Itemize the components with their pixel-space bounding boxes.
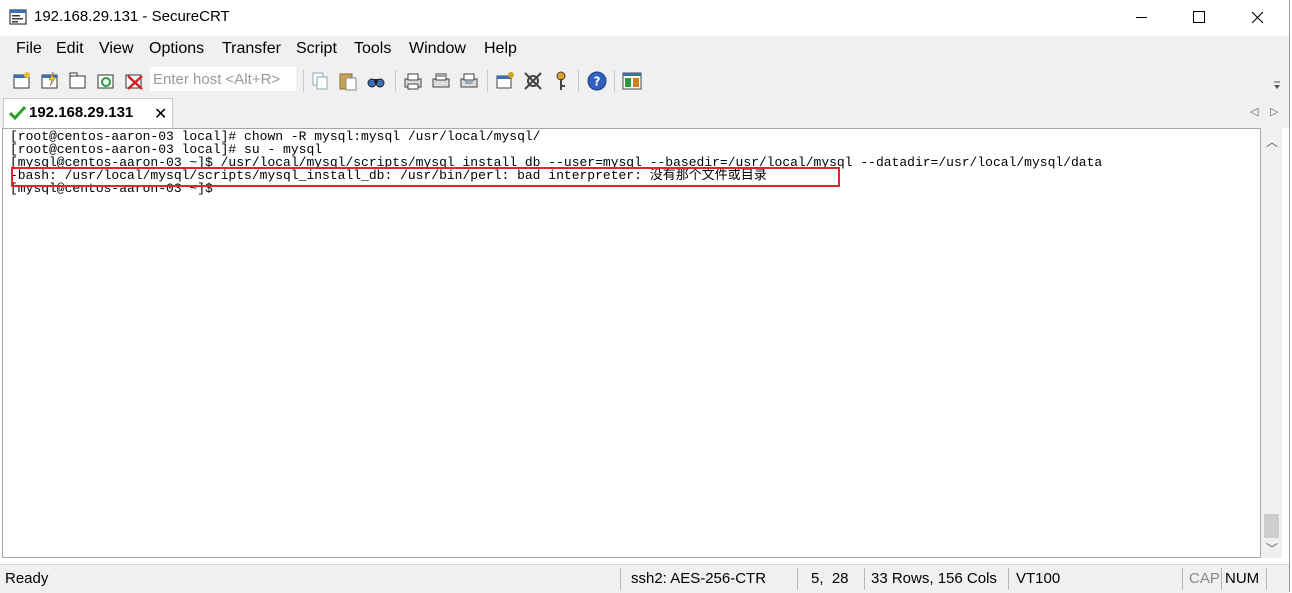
toolbar-separator [395,70,396,92]
menu-view[interactable]: View [99,40,133,58]
status-caps-lock: CAP [1189,570,1220,587]
close-icon [1251,11,1264,24]
menu-edit[interactable]: Edit [56,40,84,58]
title-bar[interactable]: 192.168.29.131 - SecureCRT [0,0,1289,35]
print-setup-icon[interactable] [430,70,452,92]
global-options-icon[interactable] [522,70,544,92]
toolbar: ? [0,64,1289,98]
connect-icon[interactable] [11,70,33,92]
menu-script[interactable]: Script [296,40,337,58]
tab-scroll-left-icon[interactable]: ◁ [1250,105,1258,118]
copy-icon[interactable] [309,70,331,92]
reconnect-icon[interactable] [95,70,117,92]
check-icon [9,105,26,121]
sftp-icon[interactable] [621,70,643,92]
find-icon[interactable] [365,70,387,92]
keymap-editor-icon[interactable] [550,70,572,92]
paste-icon[interactable] [337,70,359,92]
menu-options[interactable]: Options [149,40,204,58]
svg-text:?: ? [594,75,601,89]
status-separator [620,568,621,590]
securecrt-window: 192.168.29.131 - SecureCRT File Edit Vie… [0,0,1290,593]
securecrt-icon [9,9,27,25]
disconnect-icon[interactable] [123,70,145,92]
status-cursor-position: 5, 28 [811,570,849,587]
print-icon[interactable] [402,70,424,92]
status-terminal-size: 33 Rows, 156 Cols [871,570,997,587]
status-separator [864,568,865,590]
vertical-scrollbar[interactable]: ︿ ﹀ [1261,128,1282,558]
toolbar-overflow-icon[interactable] [1272,72,1282,92]
status-protocol: ssh2: AES-256-CTR [631,570,767,587]
status-num-lock: NUM [1225,570,1260,587]
maximize-button[interactable] [1170,0,1228,35]
scroll-up-icon[interactable]: ︿ [1266,133,1278,150]
minimize-icon [1136,17,1147,18]
session-tab[interactable]: 192.168.29.131 ✕ [3,98,173,128]
help-icon[interactable]: ? [586,70,608,92]
quick-connect-icon[interactable] [39,70,61,92]
print-selection-icon[interactable] [458,70,480,92]
minimize-button[interactable] [1112,0,1170,35]
status-separator [1182,568,1183,590]
session-options-icon[interactable] [494,70,516,92]
status-separator [1266,568,1267,590]
session-tab-bar: 192.168.29.131 ✕ ◁ ▷ [0,97,1289,128]
close-tab-icon[interactable]: ✕ [154,104,167,124]
status-state: Ready [5,570,49,587]
menu-tools[interactable]: Tools [354,40,391,58]
connect-in-tab-icon[interactable] [67,70,89,92]
terminal-output[interactable]: [root@centos-aaron-03 local]# chown -R m… [2,128,1261,558]
scroll-down-icon[interactable]: ﹀ [1266,540,1278,557]
status-separator [1221,568,1222,590]
toolbar-separator [487,70,488,92]
maximize-icon [1193,11,1205,23]
menu-file[interactable]: File [16,40,42,58]
status-emulation: VT100 [1016,570,1061,587]
toolbar-separator [303,70,304,92]
session-tab-label: 192.168.29.131 [29,104,134,121]
menu-bar: File Edit View Options Transfer Script T… [0,36,1289,64]
status-separator [1008,568,1009,590]
status-bar: Ready ssh2: AES-256-CTR 5, 28 33 Rows, 1… [0,564,1289,593]
error-highlight-box [11,167,840,187]
window-title: 192.168.29.131 - SecureCRT [34,8,230,25]
toolbar-separator [614,70,615,92]
host-input[interactable] [150,67,296,91]
scrollbar-thumb[interactable] [1264,514,1279,538]
status-separator [797,568,798,590]
menu-window[interactable]: Window [409,40,466,58]
toolbar-separator [578,70,579,92]
close-window-button[interactable] [1228,0,1286,35]
menu-transfer[interactable]: Transfer [222,40,281,58]
menu-help[interactable]: Help [484,40,517,58]
tab-scroll-right-icon[interactable]: ▷ [1270,105,1278,118]
